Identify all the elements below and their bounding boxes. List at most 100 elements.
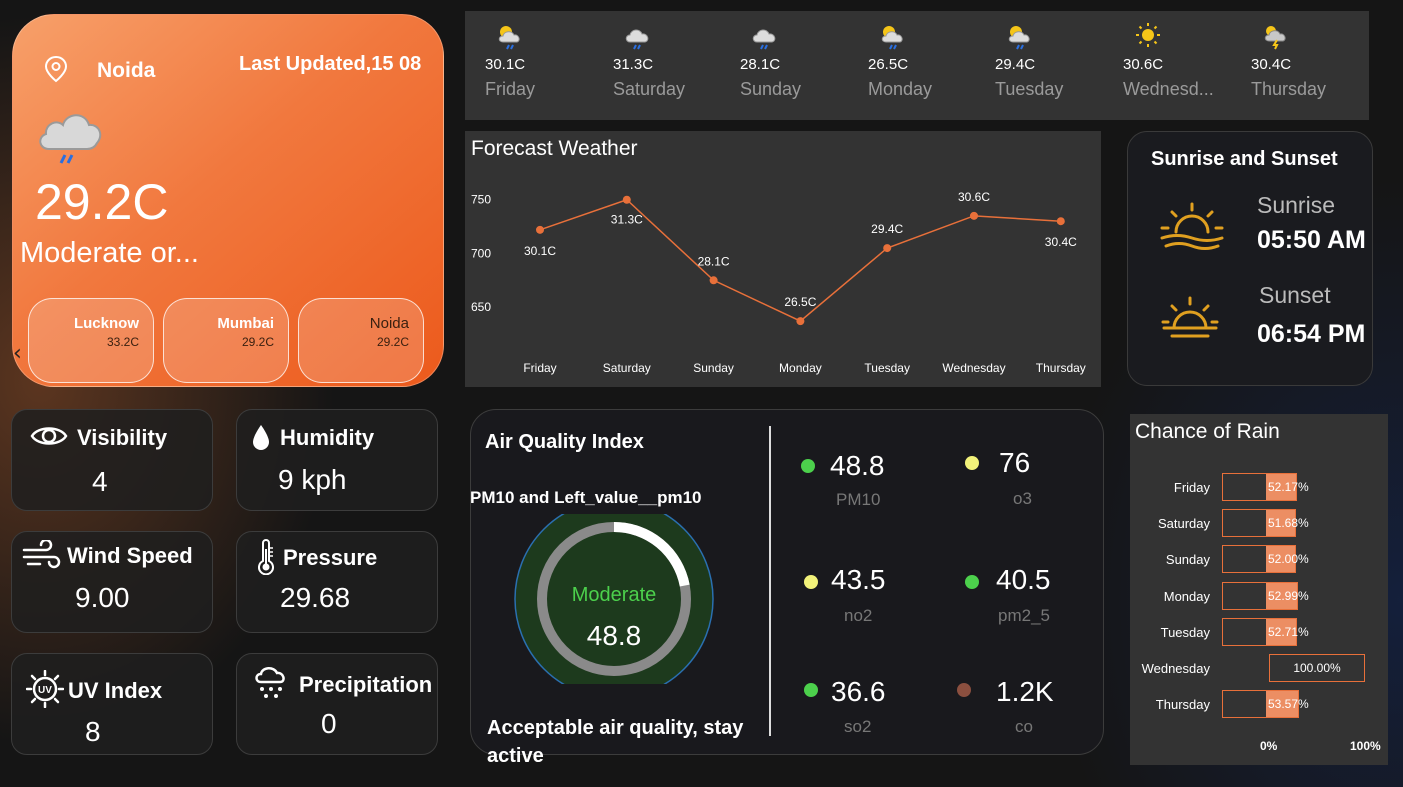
sun-icon — [1133, 22, 1163, 55]
sunset-time: 06:54 PM — [1257, 320, 1366, 348]
rain-day-label: Thursday — [1155, 697, 1210, 713]
rain-axis-max: 100% — [1350, 739, 1381, 753]
last-updated: Last Updated,15 08 — [239, 53, 422, 75]
pressure-label: Pressure — [283, 545, 378, 570]
pollutant-dot — [801, 459, 815, 473]
location-card: Noida Last Updated,15 08 29.2C Moderate … — [12, 14, 444, 387]
rain-row: Monday 52.99% — [1130, 581, 1388, 610]
daily-item: 30.1C Friday — [465, 11, 585, 120]
rain-day-label: Friday — [1173, 480, 1210, 495]
data-label: 31.3C — [611, 213, 643, 227]
city-chip-noida[interactable]: Noida 29.2C — [298, 298, 424, 383]
precipitation-card: Precipitation 0 — [236, 653, 438, 755]
pressure-card: Pressure 29.68 — [236, 531, 438, 633]
location-pin-icon — [43, 55, 69, 88]
data-label: 30.4C — [1045, 235, 1077, 249]
aqi-title: Air Quality Index — [485, 431, 644, 453]
sunrise-time: 05:50 AM — [1257, 226, 1366, 254]
daily-temp: 30.1C — [485, 56, 526, 73]
rain-day-label: Wednesday — [1141, 661, 1210, 676]
rain-row: Tuesday 52.71% — [1130, 617, 1388, 646]
daily-day: Wednesd... — [1123, 79, 1214, 99]
rain-day-label: Monday — [1163, 588, 1210, 604]
thermometer-icon — [255, 539, 277, 580]
city-chip-temp: 29.2C — [376, 335, 409, 349]
pollutant-value: 36.6 — [831, 676, 886, 707]
daily-item: 26.5C Monday — [848, 11, 968, 120]
y-tick-label: 650 — [471, 300, 491, 314]
city-chip-name: Mumbai — [217, 315, 274, 332]
sun-title: Sunrise and Sunset — [1151, 148, 1338, 170]
uv-icon: UV — [25, 669, 65, 713]
forecast-point — [536, 225, 544, 234]
x-tick-label: Friday — [523, 361, 556, 375]
city-chip-mumbai[interactable]: Mumbai 29.2C — [163, 298, 289, 383]
city-chip-name: Lucknow — [73, 315, 139, 332]
data-label: 26.5C — [784, 295, 816, 309]
chance-of-rain-card: Chance of Rain Friday 52.17% Saturday 51.68… — [1130, 414, 1388, 765]
x-tick-label: Saturday — [603, 361, 651, 375]
daily-day: Tuesday — [995, 79, 1064, 99]
x-tick-label: Monday — [779, 361, 822, 375]
pollutant-dot — [957, 683, 971, 697]
humidity-card: Humidity 9 kph — [236, 409, 438, 511]
sun-card: Sunrise and Sunset Sunrise 05:50 AM Suns… — [1127, 131, 1373, 386]
daily-day: Sunday — [740, 79, 802, 99]
daily-temp: 30.6C — [1123, 56, 1164, 73]
daily-day: Saturday — [613, 79, 686, 99]
x-tick-label: Thursday — [1036, 361, 1086, 375]
forecast-point — [622, 195, 631, 204]
daily-item: 31.3C Saturday — [593, 11, 713, 120]
precipitation-value: 0 — [321, 708, 337, 739]
pollutant-value: 76 — [999, 447, 1031, 478]
rain-icon — [252, 662, 290, 705]
daily-day: Monday — [868, 79, 933, 99]
sun-cloud-rain-icon — [878, 22, 908, 55]
rain-row: Friday 52.17% — [1130, 473, 1388, 501]
pollutant-value: 1.2K — [996, 676, 1054, 707]
x-tick-label: Tuesday — [864, 361, 910, 375]
wind-icon — [22, 538, 62, 577]
rain-axis-min: 0% — [1260, 739, 1278, 753]
visibility-label: Visibility — [77, 425, 168, 450]
y-tick-label: 700 — [471, 246, 491, 260]
city-chip-temp: 33.2C — [106, 335, 139, 349]
pollutant-name: so2 — [844, 717, 872, 736]
rain-value-label: 53.57% — [1268, 697, 1309, 712]
thunder-cloud-icon — [1261, 22, 1291, 55]
city-chip-lucknow[interactable]: Lucknow 33.2C — [28, 298, 154, 383]
data-label: 30.1C — [524, 244, 556, 258]
daily-temp: 29.4C — [995, 56, 1036, 73]
rain-row: Wednesday 100.00% — [1130, 654, 1388, 682]
forecast-chart-card: Forecast Weather 750 700 650 30.1C Friday 31.… — [465, 131, 1101, 387]
humidity-label: Humidity — [280, 425, 375, 450]
current-temperature: 29.2C — [35, 174, 169, 230]
pollutant-dot — [804, 575, 818, 589]
chevron-left-icon[interactable]: ‹ — [13, 341, 22, 366]
daily-temp: 28.1C — [740, 56, 781, 73]
pollutant-dot — [804, 683, 818, 697]
rain-value-label: 52.99% — [1268, 588, 1309, 603]
aqi-status: Moderate — [571, 584, 657, 606]
pollutant-value: 48.8 — [830, 450, 885, 481]
daily-temp: 30.4C — [1251, 56, 1292, 73]
pressure-value: 29.68 — [280, 582, 351, 613]
pollutant-value: 43.5 — [831, 564, 886, 595]
humidity-value: 9 kph — [278, 464, 347, 495]
aqi-note: Acceptable air quality, stay active — [487, 717, 744, 767]
data-label: 29.4C — [871, 222, 903, 236]
rain-value-label: 51.68% — [1268, 516, 1309, 531]
y-tick-label: 750 — [471, 193, 491, 207]
sun-cloud-rain-icon — [495, 22, 525, 55]
sunrise-label: Sunrise — [1257, 192, 1335, 218]
rain-value-label: 100.00% — [1293, 661, 1341, 675]
daily-temp: 26.5C — [868, 56, 909, 73]
rain-cloud-icon — [35, 105, 105, 172]
rain-row: Sunday 52.00% — [1130, 545, 1388, 574]
wind-speed-value: 9.00 — [75, 582, 130, 613]
daily-item: 28.1C Sunday — [720, 11, 840, 120]
pollutant-value: 40.5 — [996, 564, 1051, 595]
daily-item: 30.6C Wednesd... — [1103, 11, 1223, 120]
rain-day-label: Tuesday — [1160, 624, 1210, 640]
rain-bar-chart: Friday 52.17% Saturday 51.68% Sunday 52.00% Mo… — [1130, 414, 1388, 765]
